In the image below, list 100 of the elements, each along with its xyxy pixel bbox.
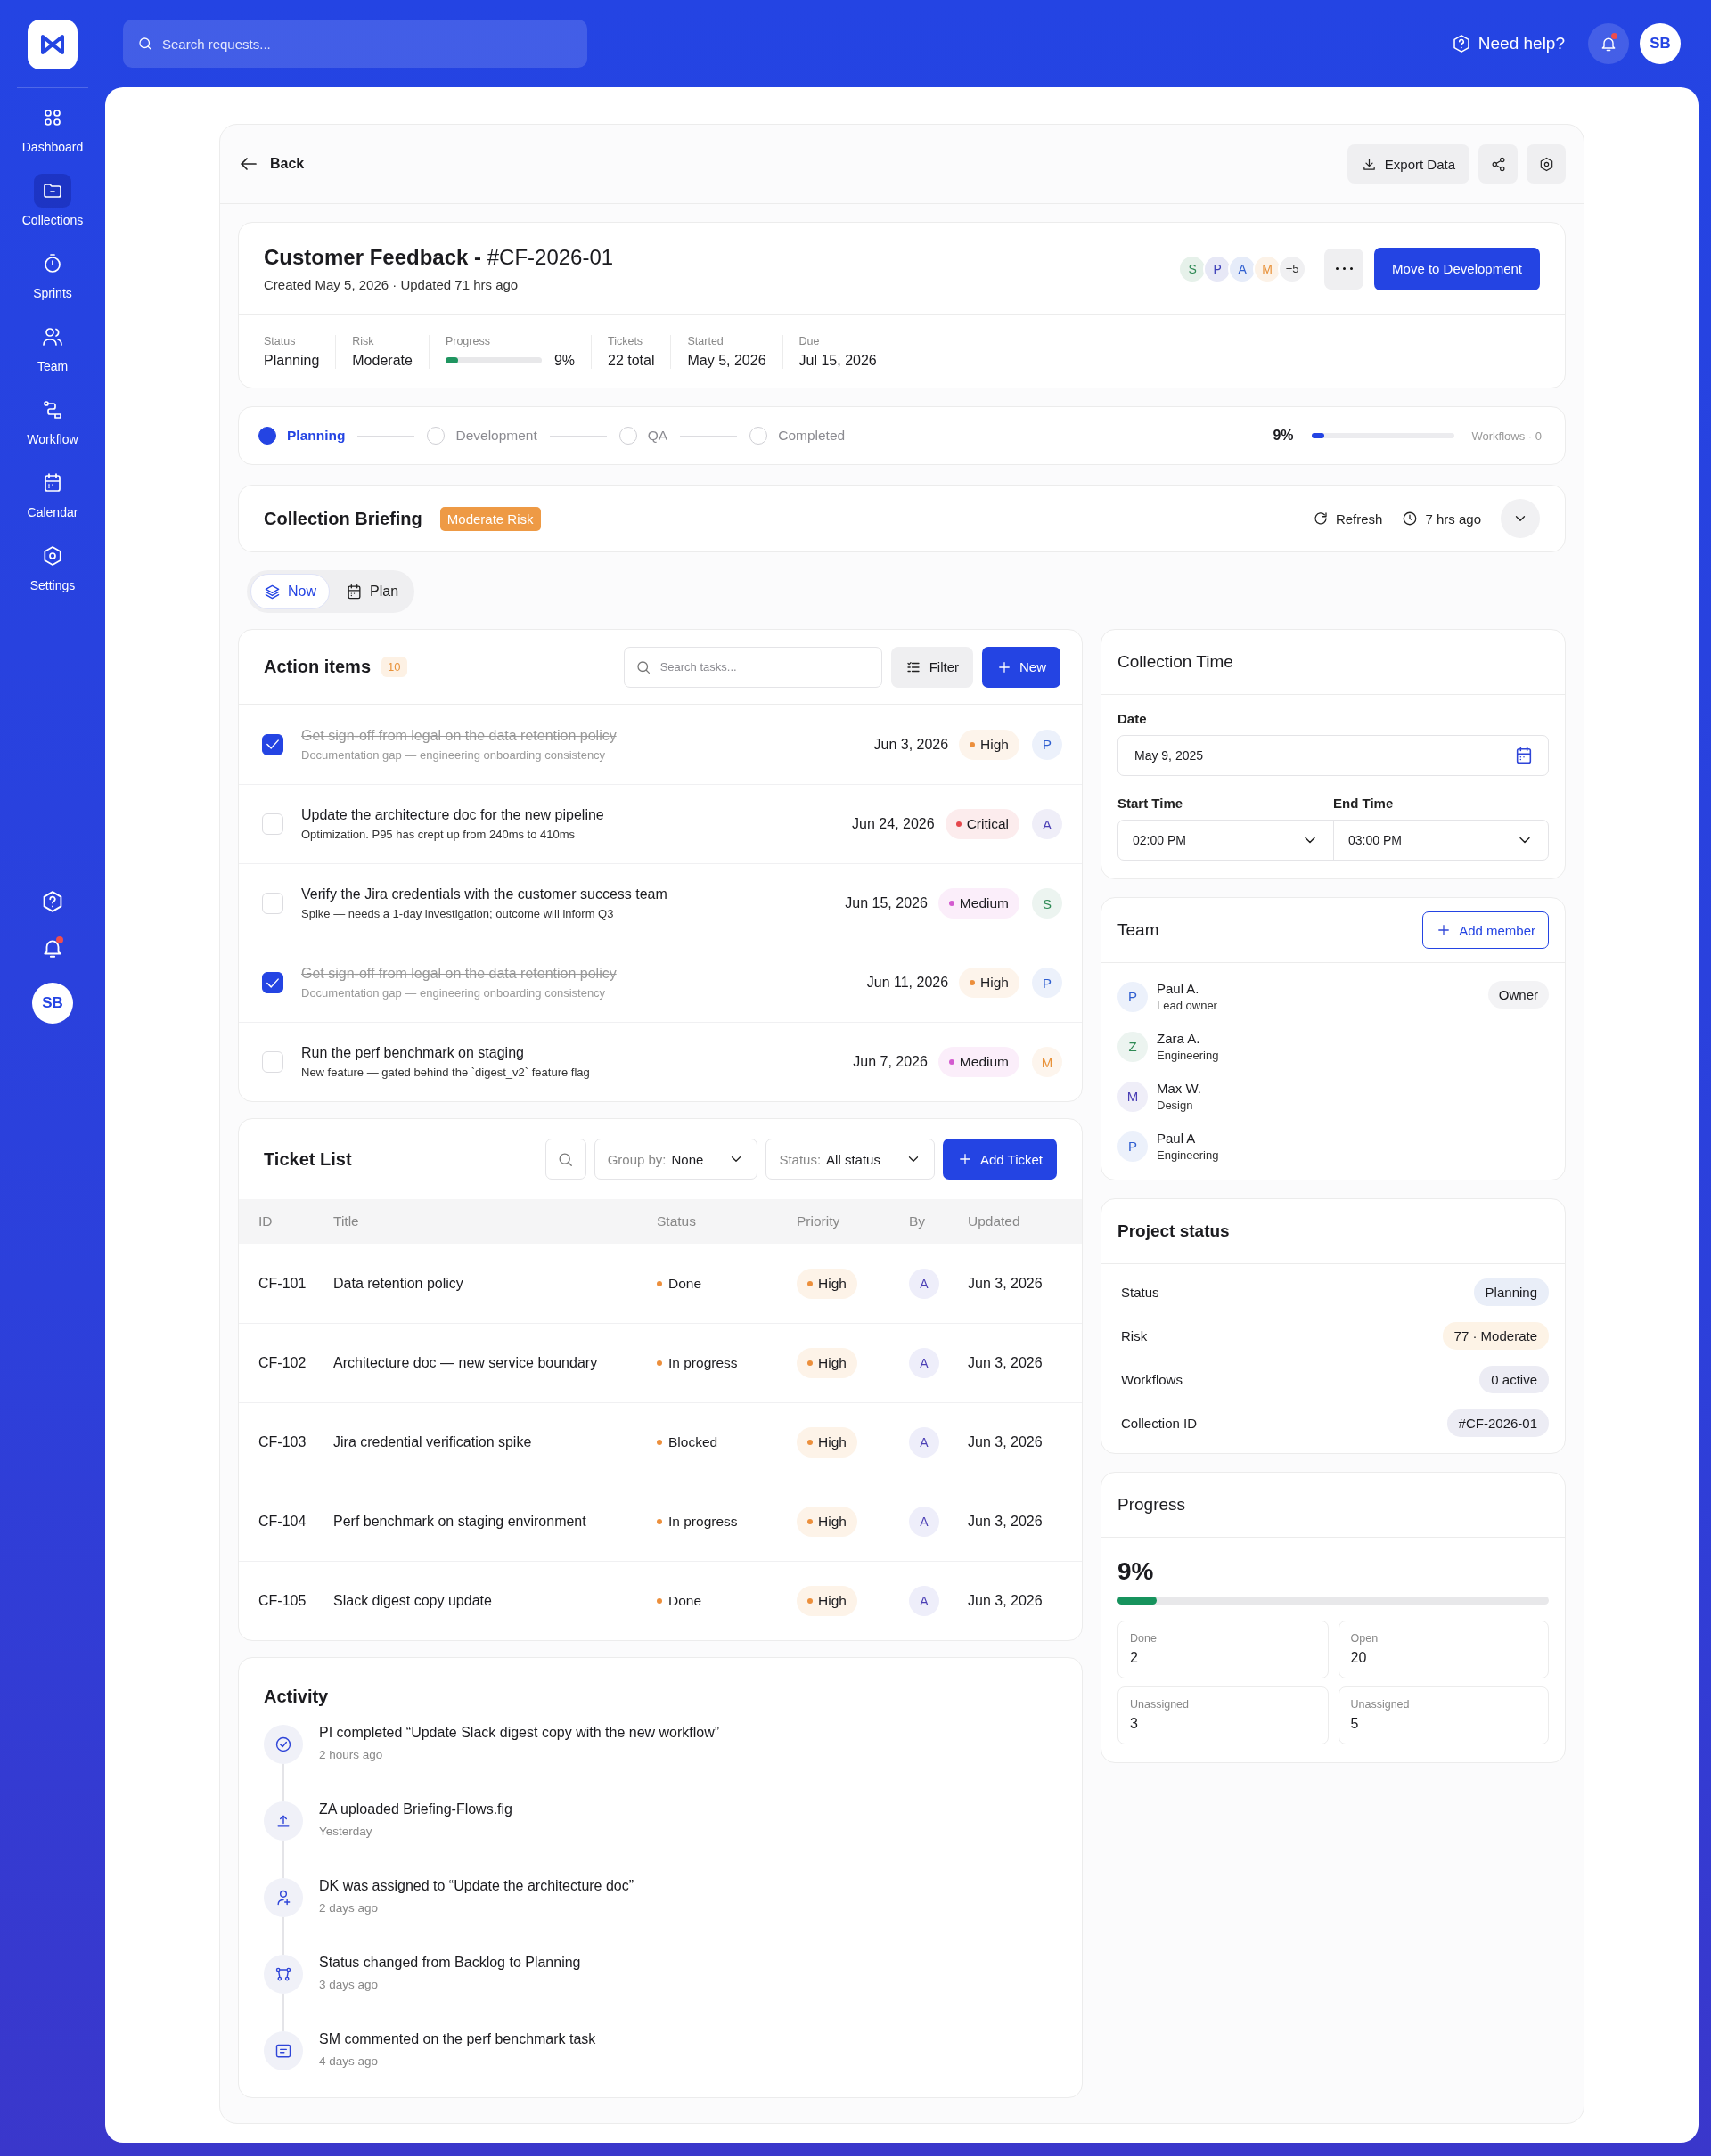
settings-icon — [1538, 156, 1554, 172]
status-label: Workflows — [1121, 1372, 1183, 1387]
task-title: Run the perf benchmark on staging — [301, 1045, 524, 1061]
stepper-step[interactable]: QA — [618, 427, 668, 445]
settings-button[interactable] — [1527, 144, 1566, 184]
sidebar-item[interactable]: Dashboard — [8, 101, 97, 154]
table-cell-text: CF-102 — [258, 1355, 307, 1371]
activity-text: PI completed “Update Slack digest copy with the new workflow” — [319, 1725, 720, 1741]
member-role: Engineering — [1157, 1148, 1220, 1162]
priority-tag: Critical — [945, 809, 1019, 839]
table-cell-text: CF-104 — [258, 1514, 307, 1530]
table-cell-text: Jira credential verification spike — [333, 1434, 533, 1450]
calendar-icon — [42, 472, 63, 494]
progress-percent: 9% — [1117, 1557, 1155, 1586]
task-title: Get sign-off from legal on the data retention policy — [301, 727, 617, 744]
add-member-button[interactable]: Add member — [1422, 911, 1549, 949]
new-button[interactable]: New — [982, 646, 1060, 688]
status-pill: #CF-2026-01 — [1446, 1409, 1549, 1437]
sidebar-item[interactable]: Sprints — [8, 247, 97, 300]
assignee-avatar: M — [1032, 1047, 1062, 1077]
sidebar-item[interactable]: Workflow — [8, 393, 97, 446]
member-role: Design — [1157, 1098, 1194, 1112]
activity-time: 2 days ago — [319, 1901, 380, 1915]
move-to-development-button[interactable]: Move to Development — [1374, 247, 1540, 290]
task-description: Documentation gap — engineering onboarding consistency — [301, 747, 606, 762]
activity-text: SM commented on the perf benchmark task — [319, 2031, 596, 2047]
priority-tag: Medium — [937, 1047, 1019, 1077]
upload-icon — [264, 1801, 303, 1841]
member-name: Max W. — [1157, 1081, 1202, 1096]
table-cell-text: Data retention policy — [333, 1275, 464, 1292]
table-cell-text: CF-105 — [258, 1593, 307, 1609]
table-cell-text: Jun 3, 2026 — [968, 1434, 1044, 1450]
author-avatar: A — [909, 1507, 939, 1537]
card-title: Team — [1117, 920, 1159, 940]
layers-icon — [264, 583, 281, 600]
help-icon[interactable] — [41, 890, 64, 913]
checkbox[interactable] — [262, 972, 283, 993]
due-date: Jun 11, 2026 — [866, 975, 949, 991]
status-label: Done — [657, 1275, 797, 1292]
member-role: Engineering — [1157, 1049, 1220, 1062]
checkbox[interactable] — [262, 733, 283, 755]
stat-value: 2 — [1130, 1650, 1139, 1666]
stat-label: Tickets — [608, 334, 644, 347]
due-date: Jun 15, 2026 — [845, 895, 928, 911]
stat-value: 20 — [1350, 1650, 1368, 1666]
assignee-avatar: S — [1032, 888, 1062, 919]
member-avatar: P — [1117, 1131, 1148, 1162]
back-button[interactable]: Back — [238, 153, 305, 175]
table-cell-text: Perf benchmark on staging environment — [333, 1514, 587, 1530]
status-label: In progress — [657, 1355, 797, 1371]
project-meta: Created May 5, 2026 · Updated 71 hrs ago — [264, 277, 520, 292]
filter-button[interactable]: Filter — [890, 646, 973, 688]
status-pill: 0 active — [1479, 1366, 1549, 1393]
task-title: Get sign-off from legal on the data retention policy — [301, 966, 617, 982]
sidebar-item[interactable]: Calendar — [8, 466, 97, 519]
workflow-icon — [42, 399, 63, 421]
more-members-count[interactable]: +5 — [1278, 254, 1307, 283]
help-link[interactable]: Need help? — [1451, 34, 1565, 53]
card-title: Collection Time — [1117, 652, 1233, 672]
add-ticket-button[interactable]: Add Ticket — [942, 1139, 1057, 1180]
nodes-icon — [264, 1955, 303, 1994]
user-avatar[interactable]: SB — [32, 983, 73, 1024]
view-tab[interactable]: Now — [250, 574, 330, 609]
priority-tag: High — [959, 729, 1019, 760]
clock-icon — [1402, 510, 1419, 527]
stepper-step[interactable]: Completed — [749, 427, 846, 445]
share-button[interactable] — [1478, 144, 1518, 184]
sidebar-item[interactable]: Team — [8, 320, 97, 373]
sidebar-item[interactable]: Collections — [8, 174, 97, 227]
stat-value: Planning — [264, 352, 320, 369]
refresh-button[interactable]: Refresh — [1312, 510, 1383, 527]
due-date: Jun 3, 2026 — [873, 736, 949, 753]
status-label: Risk — [1121, 1328, 1148, 1343]
stat-label: Open — [1350, 1632, 1379, 1645]
activity-text: ZA uploaded Briefing-Flows.fig — [319, 1801, 512, 1817]
user-avatar[interactable]: SB — [1640, 23, 1681, 64]
stat-label: Due — [798, 334, 821, 347]
export-button[interactable]: Export Data — [1347, 144, 1469, 184]
stat-label: Unassigned — [1350, 1698, 1411, 1711]
section-title: Action items — [264, 657, 372, 677]
field-label: Start Time — [1117, 796, 1184, 811]
notifications-button[interactable] — [1588, 23, 1629, 64]
member-name: Paul A. — [1157, 981, 1200, 996]
member-avatar: Z — [1117, 1031, 1148, 1062]
search-field[interactable]: Search requests... — [123, 20, 587, 68]
sidebar-item[interactable]: Settings — [8, 539, 97, 592]
stepper-step[interactable]: Planning — [258, 427, 346, 445]
status-pill: Planning — [1473, 1278, 1549, 1306]
date-field[interactable]: May 9, 2025 — [1117, 735, 1549, 776]
status-dropdown[interactable]: Status: All status — [765, 1139, 935, 1180]
card-title: Progress — [1117, 1495, 1186, 1515]
table-cell-text: CF-103 — [258, 1434, 307, 1450]
card-title: Project status — [1117, 1221, 1230, 1241]
app-logo[interactable] — [28, 20, 78, 69]
help-icon — [1451, 34, 1471, 53]
group-by-dropdown[interactable]: Group by: None — [594, 1139, 758, 1180]
search-field[interactable]: Search tasks... — [623, 646, 882, 688]
priority-tag: High — [797, 1586, 857, 1616]
view-tab[interactable]: Plan — [333, 574, 412, 609]
table-cell-text: Jun 3, 2026 — [968, 1514, 1044, 1530]
